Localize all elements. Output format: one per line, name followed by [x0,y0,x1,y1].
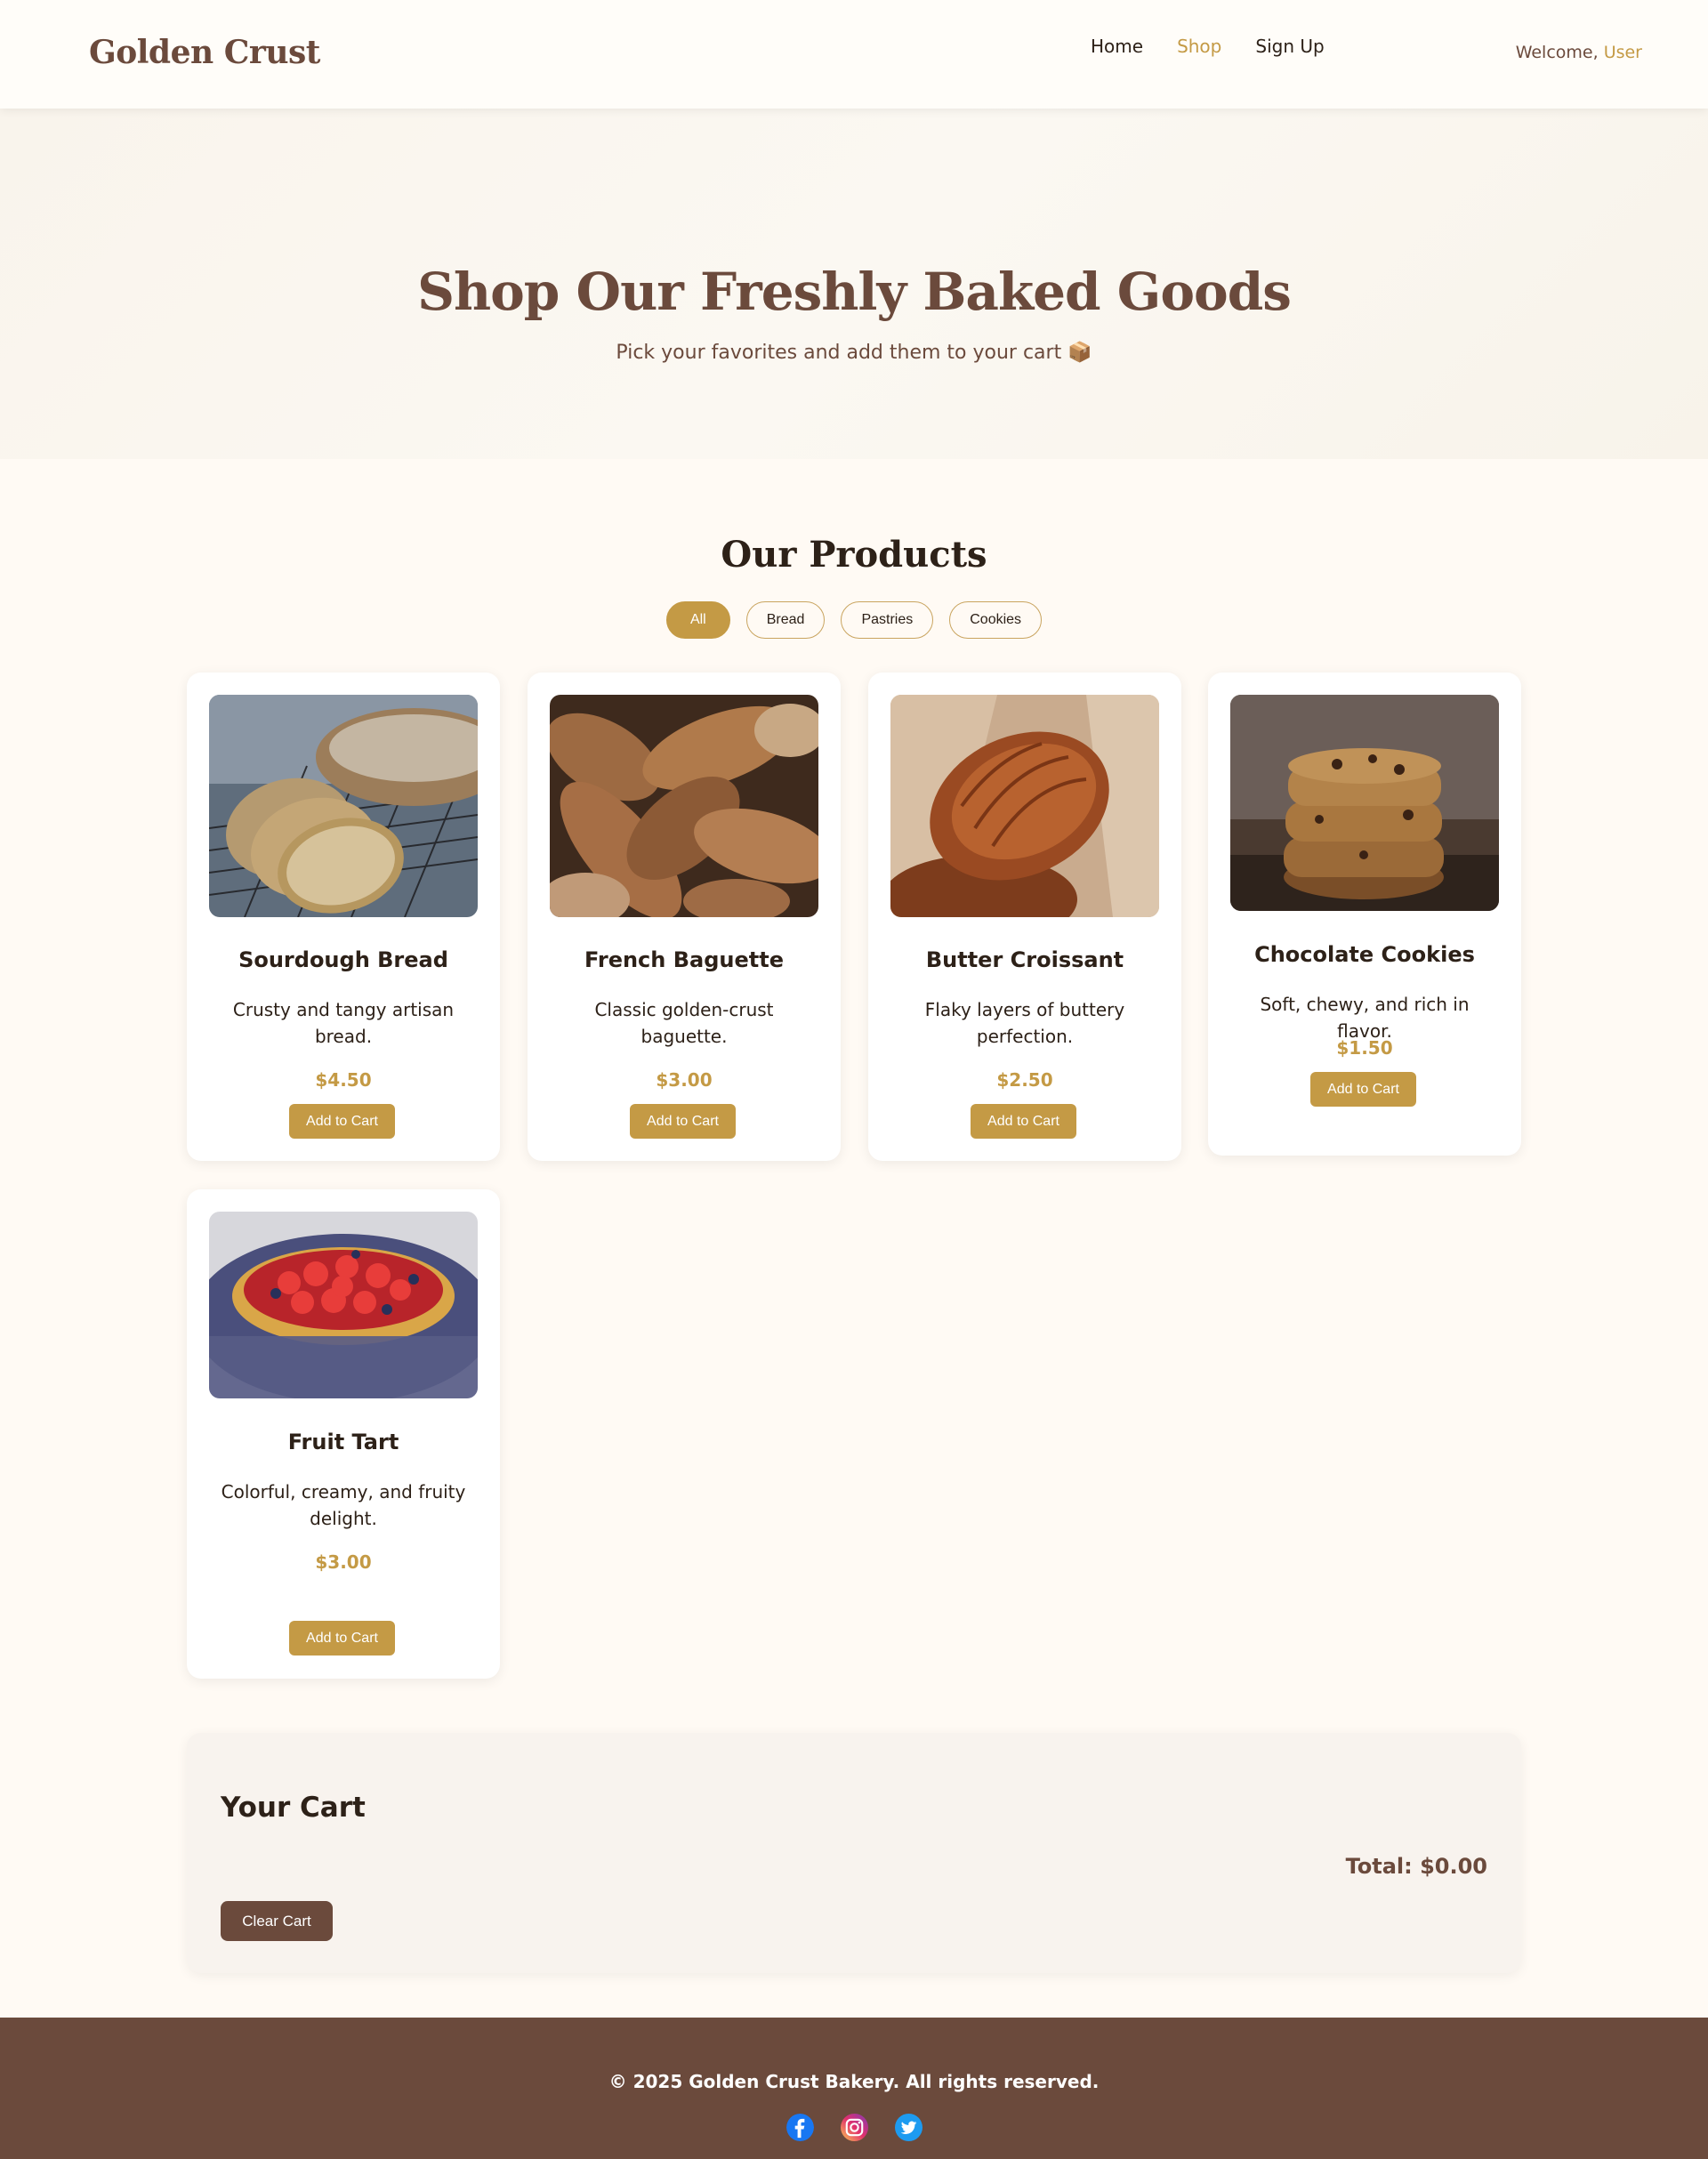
sourdough-bread-photo [209,695,478,917]
french-baguette-photo [550,695,818,917]
product-price: $3.00 [315,1551,372,1573]
category-filters: All Bread Pastries Cookies [0,601,1708,639]
nav-sign-up[interactable]: Sign Up [1255,36,1324,57]
cart-title: Your Cart [221,1792,366,1824]
product-description: Crusty and tangy artisan bread. [232,999,455,1047]
add-to-cart-button[interactable]: Add to Cart [971,1104,1076,1139]
instagram-icon[interactable] [840,2114,868,2141]
product-card-french-baguette: French Baguette Classic golden-crust bag… [528,673,841,1161]
hero-banner: Shop Our Freshly Baked Goods Pick your f… [0,109,1708,459]
site-logo[interactable]: Golden Crust [89,34,320,71]
product-name: French Baguette [584,947,784,972]
product-card-fruit-tart: Fruit Tart Colorful, creamy, and fruity … [187,1189,500,1679]
nav-home[interactable]: Home [1091,36,1143,57]
user-name[interactable]: User [1604,43,1642,62]
product-price: $4.50 [315,1069,372,1091]
add-to-cart-button[interactable]: Add to Cart [630,1104,736,1139]
product-card-sourdough-bread: Sourdough Bread Crusty and tangy artisan… [187,673,500,1161]
hero-subtitle: Pick your favorites and add them to your… [616,342,1092,364]
product-name: Butter Croissant [925,947,1124,972]
welcome-message: Welcome, User [1516,43,1642,62]
nav-shop[interactable]: Shop [1177,36,1221,57]
add-to-cart-button[interactable]: Add to Cart [289,1104,395,1139]
product-description: Colorful, creamy, and fruity delight. [221,1481,466,1529]
product-name: Sourdough Bread [238,947,448,972]
product-name: Chocolate Cookies [1254,942,1475,967]
product-price: $3.00 [656,1069,713,1091]
filter-cookies[interactable]: Cookies [949,601,1043,639]
site-footer: © 2025 Golden Crust Bakery. All rights r… [0,2018,1708,2159]
product-card-chocolate-cookies: Chocolate Cookies Soft, chewy, and rich … [1208,673,1521,1156]
site-header: Golden Crust Home Shop Sign Up Welcome, … [0,0,1708,109]
facebook-icon[interactable] [786,2114,814,2141]
cart-panel: Your Cart Total: $0.00 Clear Cart [187,1733,1521,1973]
filter-bread[interactable]: Bread [745,601,826,639]
chocolate-cookies-photo [1230,695,1499,911]
product-description: Flaky layers of buttery perfection. [924,999,1125,1047]
add-to-cart-button[interactable]: Add to Cart [289,1621,395,1656]
social-links [0,2114,1708,2141]
products-title: Our Products [721,534,987,576]
filter-pastries[interactable]: Pastries [841,601,934,639]
welcome-prefix: Welcome, [1515,43,1599,62]
twitter-icon[interactable] [894,2114,922,2141]
product-description: Soft, chewy, and rich in flavor. [1260,994,1470,1042]
filter-all[interactable]: All [665,601,730,639]
butter-croissant-photo [890,695,1159,917]
cart-total: Total: $0.00 [1345,1854,1487,1879]
add-to-cart-button[interactable]: Add to Cart [1310,1072,1416,1107]
hero-title: Shop Our Freshly Baked Goods [417,262,1292,322]
clear-cart-button[interactable]: Clear Cart [221,1901,333,1941]
fruit-tart-photo [209,1212,478,1398]
footer-copyright: © 2025 Golden Crust Bakery. All rights r… [608,2071,1100,2092]
product-name: Fruit Tart [287,1430,399,1454]
main-nav: Home Shop Sign Up [1091,36,1325,57]
product-card-butter-croissant: Butter Croissant Flaky layers of buttery… [868,673,1181,1161]
product-description: Classic golden-crust baguette. [594,999,774,1047]
product-price: $1.50 [1336,1037,1393,1059]
product-price: $2.50 [996,1069,1053,1091]
